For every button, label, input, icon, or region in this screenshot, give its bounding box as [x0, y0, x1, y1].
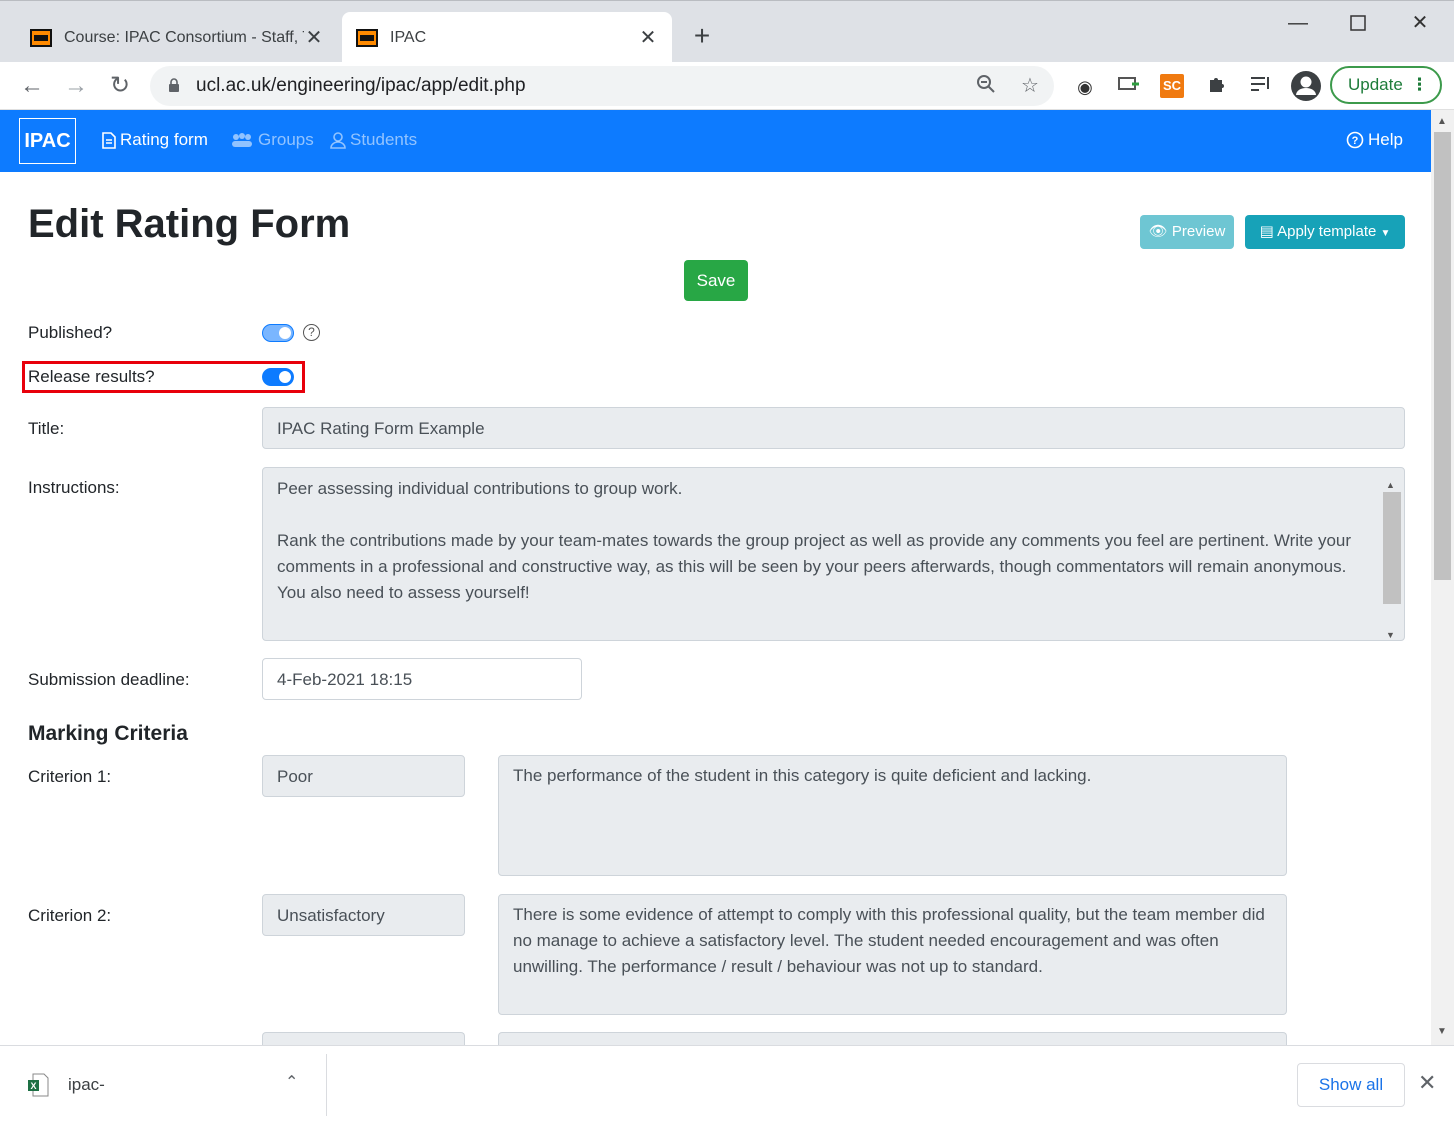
- maximize-window-icon[interactable]: [1334, 7, 1382, 39]
- profile-avatar-icon[interactable]: [1290, 70, 1322, 102]
- browser-tab-bar: Course: IPAC Consortium - Staff, T ✕ IPA…: [0, 0, 1454, 63]
- preview-button[interactable]: 👁︎ Preview: [1140, 215, 1234, 249]
- deadline-input[interactable]: 4-Feb-2021 18:15: [262, 658, 582, 700]
- user-icon: [330, 131, 346, 149]
- nav-help[interactable]: ? Help: [1346, 130, 1403, 150]
- more-vert-icon: ⋮: [1411, 75, 1428, 94]
- close-tab-icon[interactable]: ✕: [304, 25, 324, 50]
- lock-icon: [169, 78, 179, 92]
- page-title: Edit Rating Form: [28, 202, 351, 246]
- browser-toolbar: ← → ↻ ucl.ac.uk/engineering/ipac/app/edi…: [0, 62, 1454, 110]
- brand-logo[interactable]: IPAC: [19, 118, 76, 164]
- extension-globe-icon[interactable]: ◉: [1072, 74, 1098, 100]
- preview-label: Preview: [1171, 223, 1226, 240]
- tab-title: Course: IPAC Consortium - Staff, T: [64, 28, 304, 46]
- update-button[interactable]: Update ⋮: [1330, 66, 1442, 104]
- reading-list-icon[interactable]: [1248, 74, 1274, 100]
- release-results-toggle[interactable]: [262, 368, 294, 386]
- published-toggle[interactable]: [262, 324, 294, 342]
- caret-down-icon: ▼: [1380, 228, 1391, 239]
- criterion-2-label: Criterion 2:: [28, 906, 112, 925]
- app-navbar: IPAC Rating form Groups Students ? Help: [0, 110, 1431, 172]
- scroll-down-icon[interactable]: ▼: [1386, 622, 1395, 648]
- puzzle-extensions-icon[interactable]: [1204, 74, 1230, 100]
- ucl-favicon-icon: [356, 28, 378, 47]
- minimize-window-icon[interactable]: —: [1274, 7, 1322, 39]
- new-tab-button[interactable]: +: [688, 19, 716, 53]
- instructions-textarea[interactable]: Peer assessing individual contributions …: [262, 467, 1405, 641]
- toggle-knob: [279, 327, 291, 339]
- bookmark-star-icon[interactable]: ☆: [1018, 74, 1042, 98]
- document-icon: [102, 131, 116, 149]
- eye-icon: 👁︎: [1148, 223, 1168, 240]
- textarea-scrollbar[interactable]: ▲ ▼: [1382, 472, 1401, 640]
- title-label: Title:: [28, 419, 65, 438]
- criterion-3-name-input[interactable]: [262, 1032, 465, 1045]
- nav-help-label: Help: [1368, 130, 1403, 149]
- tab-title: IPAC: [390, 28, 427, 46]
- ucl-favicon-icon: [30, 28, 52, 47]
- criterion-3-description-textarea[interactable]: [498, 1032, 1287, 1045]
- nav-groups-label: Groups: [258, 130, 314, 149]
- excel-file-icon: X: [28, 1073, 49, 1097]
- browser-tab-course[interactable]: Course: IPAC Consortium - Staff, T ✕: [16, 12, 338, 63]
- published-label: Published?: [28, 323, 113, 342]
- svg-text:?: ?: [1352, 135, 1359, 147]
- criterion-2-name-input[interactable]: Unsatisfactory: [262, 894, 465, 936]
- apply-template-button[interactable]: ▤ Apply template ▼: [1245, 215, 1405, 249]
- scrollbar-thumb[interactable]: [1434, 132, 1451, 580]
- textarea-scrollbar-thumb[interactable]: [1383, 492, 1401, 604]
- close-tab-icon[interactable]: ✕: [638, 25, 658, 50]
- nav-groups[interactable]: Groups: [230, 130, 314, 150]
- url-text: ucl.ac.uk/engineering/ipac/app/edit.php: [196, 75, 526, 96]
- downloads-divider: [326, 1054, 327, 1116]
- back-arrow-icon[interactable]: ←: [16, 70, 48, 102]
- help-circle-icon: ?: [1346, 131, 1364, 149]
- nav-students[interactable]: Students: [330, 130, 417, 150]
- apply-template-label: Apply template: [1277, 223, 1377, 240]
- criterion-2-description-textarea[interactable]: There is some evidence of attempt to com…: [498, 894, 1287, 1015]
- nav-rating-form[interactable]: Rating form: [102, 130, 208, 150]
- browser-tab-ipac[interactable]: IPAC ✕: [342, 12, 672, 63]
- close-downloads-icon[interactable]: ✕: [1418, 1070, 1436, 1096]
- criterion-1-label: Criterion 1:: [28, 767, 112, 786]
- nav-rating-form-label: Rating form: [120, 130, 208, 149]
- save-button[interactable]: Save: [684, 260, 748, 301]
- sc-extension-icon[interactable]: SC: [1160, 74, 1184, 98]
- instructions-paragraph-1: Peer assessing individual contributions …: [277, 479, 683, 498]
- reload-icon[interactable]: ↻: [104, 70, 136, 102]
- update-label: Update: [1348, 75, 1403, 94]
- marking-criteria-heading: Marking Criteria: [28, 722, 188, 745]
- deadline-label: Submission deadline:: [28, 670, 190, 689]
- cast-icon[interactable]: [1116, 74, 1142, 100]
- svg-text:X: X: [30, 1081, 36, 1091]
- forward-arrow-icon[interactable]: →: [60, 70, 92, 102]
- published-help-icon[interactable]: ?: [303, 324, 320, 341]
- close-window-icon[interactable]: ✕: [1396, 7, 1444, 39]
- criterion-1-name-input[interactable]: Poor: [262, 755, 465, 797]
- nav-students-label: Students: [350, 130, 418, 149]
- page-scrollbar[interactable]: ▲ ▼: [1431, 110, 1454, 1045]
- chevron-up-icon[interactable]: ⌃: [285, 1072, 298, 1092]
- downloads-bar: X ipac- ⌃ Show all ✕: [0, 1045, 1454, 1125]
- address-bar[interactable]: ucl.ac.uk/engineering/ipac/app/edit.php …: [150, 66, 1054, 106]
- zoom-out-icon[interactable]: [974, 74, 998, 98]
- instructions-paragraph-2: Rank the contributions made by your team…: [277, 531, 1352, 602]
- toggle-knob: [279, 371, 291, 383]
- scroll-down-icon[interactable]: ▼: [1437, 1026, 1447, 1037]
- download-file-name[interactable]: ipac-: [68, 1075, 105, 1095]
- users-group-icon: [232, 133, 252, 147]
- instructions-label: Instructions:: [28, 478, 120, 497]
- template-icon: ▤: [1259, 223, 1274, 240]
- release-results-label: Release results?: [28, 367, 155, 386]
- show-all-button[interactable]: Show all: [1297, 1063, 1405, 1107]
- criterion-1-description-textarea[interactable]: The performance of the student in this c…: [498, 755, 1287, 876]
- scroll-up-icon[interactable]: ▲: [1437, 116, 1447, 127]
- title-input[interactable]: IPAC Rating Form Example: [262, 407, 1405, 449]
